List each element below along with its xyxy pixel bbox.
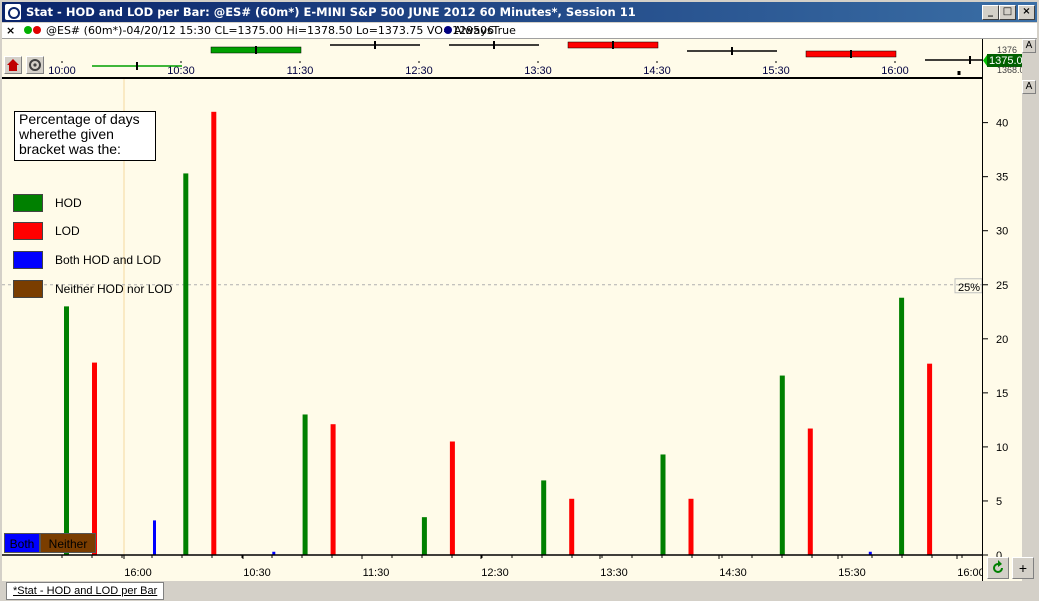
price-time-label: 16:00 <box>881 65 909 77</box>
bar-hod-6 <box>779 375 785 555</box>
x-tick-label: 13:30 <box>600 567 628 579</box>
window-tab[interactable]: *Stat - HOD and LOD per Bar <box>6 582 165 600</box>
bar-hod-3 <box>421 517 427 555</box>
y-tick-label: 20 <box>996 334 1008 346</box>
price-time-label: 15:30 <box>762 65 790 77</box>
bar-hod-5 <box>660 454 666 555</box>
bar-lod-7 <box>927 363 933 555</box>
price-axis-label: 1376 <box>997 45 1017 55</box>
y-tick-label: 5 <box>996 496 1002 508</box>
x-tick-label: 14:30 <box>719 567 747 579</box>
bar-hod-0 <box>64 306 69 555</box>
x-tick-label: 16:00 <box>124 567 152 579</box>
legend-heading-line-1: Percentage of days <box>19 111 140 127</box>
legend-heading-line-3: bracket was the: <box>19 141 121 157</box>
bar-lod-6 <box>807 428 813 555</box>
bar-lod-1 <box>211 111 217 556</box>
bottom-panel-scale-button[interactable]: A <box>1022 80 1036 94</box>
legend-swatch <box>13 222 43 240</box>
legend-label: LOD <box>55 224 80 238</box>
settings-gear-icon[interactable] <box>26 56 44 74</box>
indicator-name[interactable]: AlwaysTrue <box>454 23 516 38</box>
bar-hod-4 <box>541 480 547 555</box>
legend-label: HOD <box>55 196 82 210</box>
bar-lod-5 <box>688 498 694 555</box>
bar-lod-3 <box>449 441 455 555</box>
indicator-dot-icon <box>444 26 452 34</box>
reference-label: 25% <box>958 282 980 294</box>
both-button[interactable]: Both <box>4 533 40 553</box>
price-time-label: 12:30 <box>405 65 433 77</box>
x-tick-label: 12:30 <box>481 567 509 579</box>
bar-hod-7 <box>899 297 905 555</box>
y-tick-label: 40 <box>996 118 1008 130</box>
title-bar: Stat - HOD and LOD per Bar: @ES# (60m*) … <box>2 2 1037 22</box>
app-logo-icon <box>5 4 21 20</box>
price-time-label: 11:30 <box>287 65 314 77</box>
price-time-label: 10:00 <box>48 65 76 77</box>
x-tick-label: 11:30 <box>363 567 390 579</box>
neither-button[interactable]: Neither <box>40 533 96 553</box>
x-tick-label: 10:30 <box>243 567 271 579</box>
maximize-button[interactable]: □ <box>999 5 1016 20</box>
y-tick-label: 30 <box>996 226 1008 238</box>
status-green-icon <box>24 26 32 34</box>
y-tick-label: 10 <box>996 442 1008 454</box>
bar-both-hod-and-lod-1 <box>153 520 156 555</box>
close-button[interactable]: × <box>1018 5 1035 20</box>
y-tick-label: 25 <box>996 280 1008 292</box>
symbol-info-bar: × @ES# (60m*)-04/20/12 15:30 CL=1375.00 … <box>2 23 1037 39</box>
home-icon[interactable] <box>4 56 22 74</box>
refresh-icon[interactable] <box>987 557 1009 579</box>
legend-swatch <box>13 251 43 269</box>
legend-heading-line-2: wherethe given <box>19 126 114 142</box>
legend-swatch <box>13 280 43 298</box>
bar-lod-4 <box>569 498 575 555</box>
y-tick-label: 15 <box>996 388 1008 400</box>
window-title: Stat - HOD and LOD per Bar: @ES# (60m*) … <box>26 5 636 19</box>
y-tick-label: 35 <box>996 172 1008 184</box>
legend-label: Neither HOD nor LOD <box>55 282 173 296</box>
bar-hod-2 <box>302 414 308 555</box>
price-axis-label: 1368.00 <box>997 65 1023 75</box>
bar-lod-0 <box>92 362 97 555</box>
bar-hod-1 <box>183 173 189 555</box>
x-tick-label: 15:30 <box>838 567 866 579</box>
x-tick-label: 16:00 <box>957 567 982 579</box>
legend-label: Both HOD and LOD <box>55 253 162 267</box>
app-window: Stat - HOD and LOD per Bar: @ES# (60m*) … <box>0 0 1039 601</box>
status-bar: *Stat - HOD and LOD per Bar <box>2 582 1037 600</box>
price-panel[interactable]: 10:00 10:30 11:30 12:30 13:30 14:30 15:30 16:00 <box>2 39 982 77</box>
add-panel-button[interactable]: + <box>1012 557 1034 579</box>
last-price-arrow <box>983 55 987 66</box>
bar-lod-2 <box>330 424 336 555</box>
symbol-info-text: @ES# (60m*)-04/20/12 15:30 CL=1375.00 Hi… <box>46 24 495 37</box>
right-scroll-strip[interactable]: A A <box>1022 39 1037 581</box>
price-axis[interactable]: 051015202530354013761375.001368.00 <box>982 39 1030 581</box>
close-study-icon[interactable]: × <box>6 23 15 38</box>
legend-heading-box: Percentage of days wherethe given bracke… <box>14 111 156 161</box>
price-time-label: 10:30 <box>167 65 195 77</box>
price-time-label: 14:30 <box>643 65 671 77</box>
status-red-icon <box>33 26 41 34</box>
chart-area[interactable]: 10:00 10:30 11:30 12:30 13:30 14:30 15:30 16:00… <box>2 39 1037 581</box>
legend-swatch <box>13 194 43 212</box>
top-panel-scale-button[interactable]: A <box>1022 39 1036 53</box>
minimize-button[interactable]: _ <box>982 5 999 20</box>
price-time-label: 13:30 <box>524 65 552 77</box>
